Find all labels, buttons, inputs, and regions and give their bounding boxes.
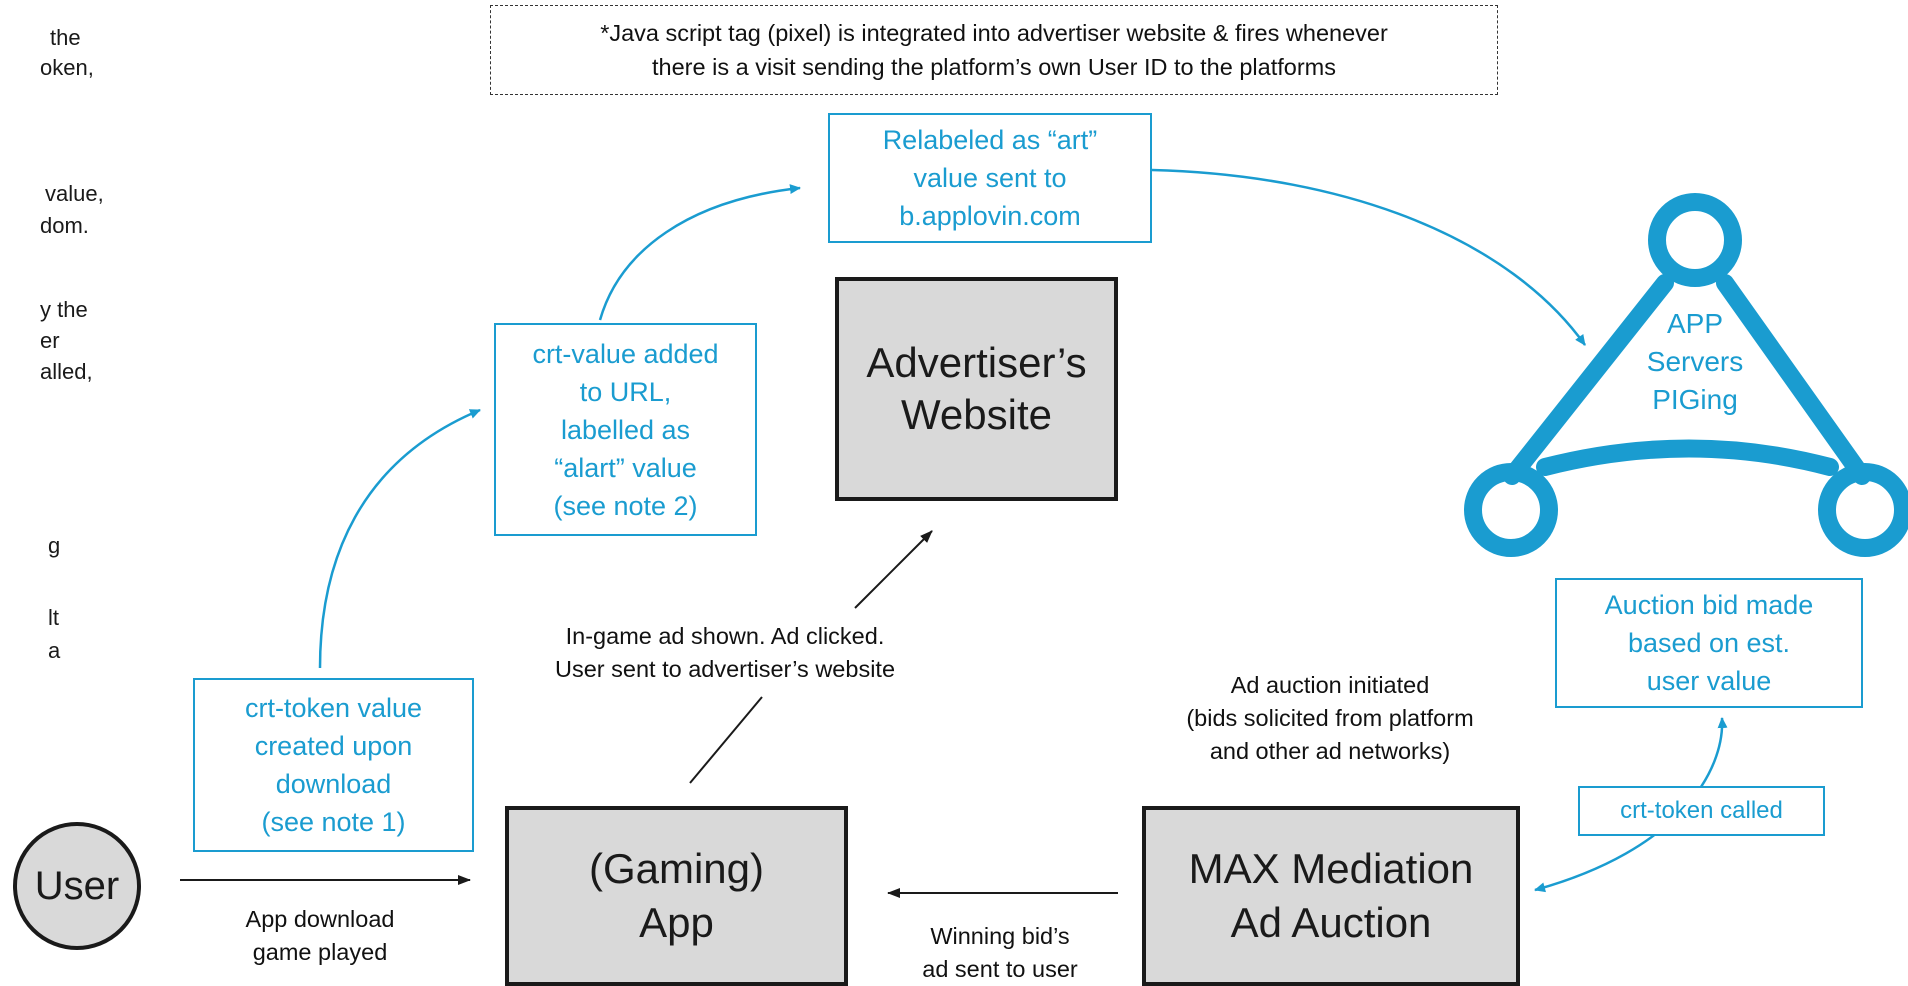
relabeled-line-2: value sent to	[913, 163, 1067, 193]
crt-token-created-line-4: (see note 1)	[261, 807, 406, 837]
gaming-app-line-2: App	[639, 899, 714, 946]
crt-token-created-line-3: download	[275, 769, 392, 799]
servers-label: APP Servers PIGing	[1600, 305, 1790, 419]
advertiser-website-box: Advertiser’s Website	[835, 277, 1118, 501]
crt-token-created-line-1: crt-token value	[244, 693, 423, 723]
arrow-app-segment	[689, 696, 763, 784]
crt-value-line-3: labelled as	[560, 414, 691, 445]
relabeled-line-1: Relabeled as “art”	[882, 125, 1098, 155]
relabeled-line-3: b.applovin.com	[899, 201, 1081, 231]
winning-bid-label: Winning bid’s ad sent to user	[885, 920, 1115, 986]
winning-bid-line-2: ad sent to user	[922, 956, 1078, 982]
app-download-line-2: game played	[252, 939, 388, 965]
auction-bid-line-2: based on est.	[1627, 628, 1791, 658]
auction-bid-line-1: Auction bid made	[1604, 590, 1814, 620]
auction-bid-line-3: user value	[1646, 666, 1772, 696]
auction-initiated-line-1: Ad auction initiated	[1230, 672, 1430, 698]
arrow-app-to-advertiser	[854, 530, 933, 609]
crt-value-line-4: “alart” value	[554, 452, 697, 483]
servers-label-line-3: PIGing	[1652, 384, 1738, 415]
advertiser-line-2: Website	[901, 391, 1052, 438]
crt-value-line-1: crt-value added	[532, 338, 719, 369]
arrow-crt-value-to-relabeled	[598, 184, 801, 321]
gaming-app-box: (Gaming) App	[505, 806, 848, 986]
arrow-token-to-crt-value	[318, 408, 481, 669]
servers-label-line-1: APP	[1666, 308, 1724, 339]
auction-bid-box: Auction bid made based on est. user valu…	[1555, 578, 1863, 708]
crt-value-line-5: (see note 2)	[553, 490, 698, 521]
crt-token-called-box: crt-token called	[1578, 786, 1825, 836]
crt-token-called-label: crt-token called	[1620, 797, 1783, 824]
user-label: User	[34, 863, 120, 908]
auction-initiated-line-2: (bids solicited from platform	[1186, 705, 1474, 731]
servers-label-line-2: Servers	[1646, 346, 1744, 377]
gaming-app-line-1: (Gaming)	[588, 845, 765, 892]
crt-token-created-box: crt-token value created upon download (s…	[193, 678, 474, 852]
auction-initiated-line-3: and other ad networks)	[1209, 738, 1451, 764]
winning-bid-line-1: Winning bid’s	[930, 923, 1070, 949]
pixel-note-line-2: there is a visit sending the platform’s …	[652, 54, 1336, 80]
in-game-line-1: In-game ad shown. Ad clicked.	[565, 623, 885, 649]
max-line-2: Ad Auction	[1230, 899, 1432, 946]
max-line-1: MAX Mediation	[1188, 845, 1474, 892]
crt-value-box: crt-value added to URL, labelled as “ala…	[494, 323, 757, 536]
max-mediation-box: MAX Mediation Ad Auction	[1142, 806, 1520, 986]
pixel-note-line-1: *Java script tag (pixel) is integrated i…	[600, 20, 1388, 46]
user-circle: User	[13, 822, 141, 950]
in-game-line-2: User sent to advertiser’s website	[554, 656, 896, 682]
app-download-line-1: App download	[245, 906, 395, 932]
advertiser-line-1: Advertiser’s	[866, 339, 1087, 386]
crt-value-line-2: to URL,	[579, 376, 672, 407]
relabeled-box: Relabeled as “art” value sent to b.applo…	[828, 113, 1152, 243]
in-game-label: In-game ad shown. Ad clicked. User sent …	[540, 620, 910, 686]
crt-token-created-line-2: created upon	[254, 731, 413, 761]
arrow-relabeled-to-servers	[1151, 168, 1587, 346]
app-download-label: App download game played	[205, 903, 435, 969]
pixel-note: *Java script tag (pixel) is integrated i…	[490, 5, 1498, 95]
auction-initiated-label: Ad auction initiated (bids solicited fro…	[1140, 669, 1520, 768]
